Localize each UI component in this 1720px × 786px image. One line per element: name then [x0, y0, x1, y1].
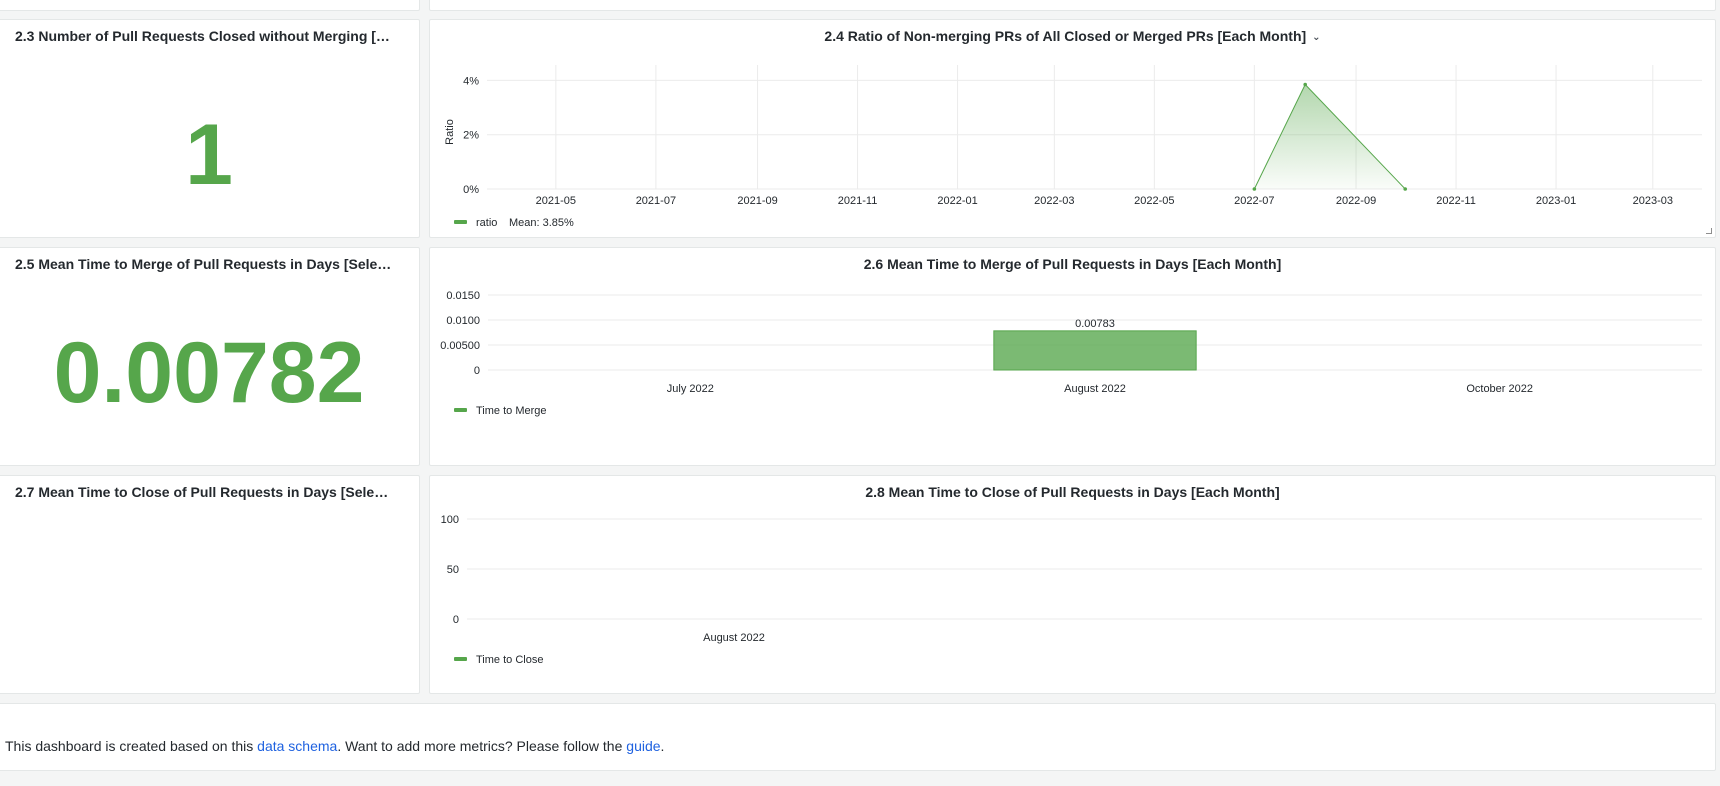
y-axis-label: Ratio [444, 119, 456, 145]
x-tick-label: 2022-03 [1034, 195, 1074, 207]
legend-swatch [454, 220, 467, 224]
x-tick-label: 2022-11 [1436, 195, 1476, 207]
stat-value: 0.00782 [53, 325, 365, 421]
merge-time-chart: 0 0.00500 0.0100 0.0150 July 2022 August 2022… [440, 290, 1702, 417]
x-tick-label: 2023-01 [1536, 195, 1576, 207]
x-tick-label: 2021-09 [737, 195, 777, 207]
bar [993, 330, 1197, 371]
panel-title[interactable]: 2.3 Number of Pull Requests Closed witho… [15, 28, 395, 44]
data-point [1403, 187, 1408, 191]
x-tick-label: 2022-05 [1134, 195, 1174, 207]
y-tick-label: 50 [447, 564, 459, 576]
footer-text: This dashboard is created based on this … [5, 738, 664, 754]
panel-title[interactable]: 2.5 Mean Time to Merge of Pull Requests … [15, 256, 395, 272]
panel-title[interactable]: 2.7 Mean Time to Close of Pull Requests … [15, 484, 395, 500]
ratio-chart: 0% 2% 4% 2021-05 2021-07 2021-09 2021-11 2022-0… [444, 65, 1702, 229]
x-tick-label: August 2022 [1064, 383, 1126, 395]
footer-text-before: This dashboard is created based on this [5, 738, 258, 754]
legend-label: Time to Close [476, 654, 543, 666]
y-tick-label: 4% [463, 75, 479, 87]
legend-label: ratio [476, 217, 497, 229]
y-tick-label: 0% [463, 184, 479, 196]
x-tick-label: October 2022 [1466, 383, 1533, 395]
resize-handle[interactable] [1706, 228, 1712, 234]
legend-swatch [454, 657, 467, 661]
y-tick-label: 0 [453, 614, 459, 626]
y-tick-label: 100 [441, 514, 459, 526]
legend-stat: Mean: 3.85% [509, 217, 574, 229]
x-tick-label: 2022-01 [937, 195, 977, 207]
data-point [1303, 82, 1307, 87]
prev-panel-right [429, 0, 1716, 11]
info-panel: This dashboard is created based on this … [0, 703, 1716, 771]
legend-label: Time to Merge [476, 405, 547, 417]
panel-2-8[interactable]: 2.8 Mean Time to Close of Pull Requests … [429, 475, 1716, 694]
footer-text-after: . [660, 738, 665, 754]
stat-value: 1 [185, 107, 233, 203]
x-tick-label: 2023-03 [1633, 195, 1673, 207]
footer-text-middle: . Want to add more metrics? Please follo… [337, 738, 627, 754]
series-area [1254, 84, 1406, 189]
y-tick-label: 0 [474, 365, 480, 377]
panel-2-6[interactable]: 2.6 Mean Time to Merge of Pull Requests … [429, 247, 1716, 466]
panel-2-3[interactable]: 2.3 Number of Pull Requests Closed witho… [0, 19, 420, 238]
x-tick-label: 2022-09 [1336, 195, 1376, 207]
y-tick-label: 0.0150 [446, 290, 480, 302]
panel-2-5[interactable]: 2.5 Mean Time to Merge of Pull Requests … [0, 247, 420, 466]
guide-link[interactable]: guide [626, 738, 660, 754]
data-point [1252, 187, 1257, 191]
x-tick-label: 2022-07 [1234, 195, 1274, 207]
y-tick-label: 2% [463, 130, 479, 142]
close-time-chart: 0 50 100 August 2022 Time to Close [441, 514, 1702, 666]
panel-2-7[interactable]: 2.7 Mean Time to Close of Pull Requests … [0, 475, 420, 694]
x-tick-label: 2021-11 [838, 195, 878, 207]
x-tick-label: 2021-05 [536, 195, 576, 207]
prev-panel-left [0, 0, 420, 11]
x-tick-label: August 2022 [703, 632, 765, 644]
data-schema-link[interactable]: data schema [257, 738, 337, 754]
panel-2-4[interactable]: 2.4 Ratio of Non-merging PRs of All Clos… [429, 19, 1716, 238]
x-tick-label: 2021-07 [636, 195, 676, 207]
legend-swatch [454, 408, 467, 412]
y-tick-label: 0.00500 [440, 340, 480, 352]
data-label: 0.00783 [1075, 318, 1115, 330]
y-tick-label: 0.0100 [446, 315, 480, 327]
x-tick-label: July 2022 [667, 383, 714, 395]
